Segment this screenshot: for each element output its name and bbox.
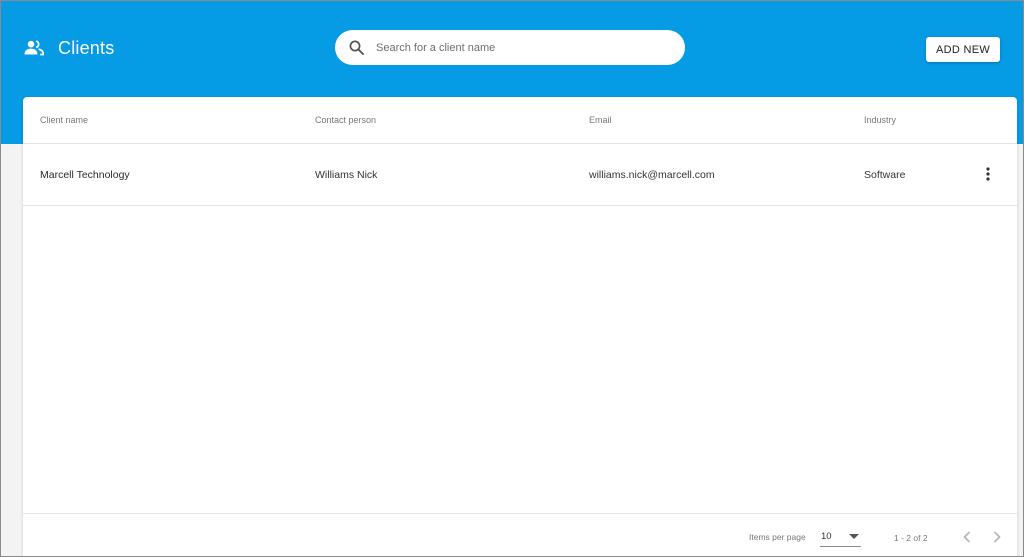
search-bar[interactable] — [335, 30, 685, 65]
cell-contact-person: Williams Nick — [315, 169, 378, 181]
column-header-contact-person[interactable]: Contact person — [315, 115, 376, 125]
table-row[interactable]: Marcell Technology Williams Nick william… — [23, 144, 1017, 206]
items-per-page-select[interactable]: 10 — [820, 527, 861, 547]
clients-table-card: Client name Contact person Email Industr… — [23, 97, 1017, 556]
search-input[interactable] — [376, 32, 656, 63]
table-header: Client name Contact person Email Industr… — [23, 97, 1017, 144]
chevron-left-icon[interactable] — [957, 527, 977, 547]
more-vert-icon[interactable] — [978, 164, 998, 184]
cell-client-name: Marcell Technology — [40, 169, 130, 181]
page-title: Clients — [58, 37, 115, 58]
pagination-range: 1 - 2 of 2 — [894, 533, 928, 543]
items-per-page-label: Items per page — [749, 532, 806, 542]
title-group: Clients — [24, 35, 114, 61]
cell-email: williams.nick@marcell.com — [589, 169, 715, 181]
column-header-industry[interactable]: Industry — [864, 115, 896, 125]
column-header-email[interactable]: Email — [589, 115, 612, 125]
add-new-button[interactable]: ADD NEW — [926, 37, 1000, 62]
chevron-right-icon[interactable] — [987, 527, 1007, 547]
dropdown-arrow-icon — [849, 534, 859, 539]
people-icon — [24, 40, 44, 56]
search-icon — [349, 40, 364, 55]
cell-industry: Software — [864, 169, 906, 181]
items-per-page-value: 10 — [821, 531, 832, 542]
app-window: Clients ADD NEW Client name Contact pers… — [0, 0, 1024, 557]
column-header-client-name[interactable]: Client name — [40, 115, 88, 125]
pagination-bar: Items per page 10 1 - 2 of 2 — [23, 513, 1017, 556]
